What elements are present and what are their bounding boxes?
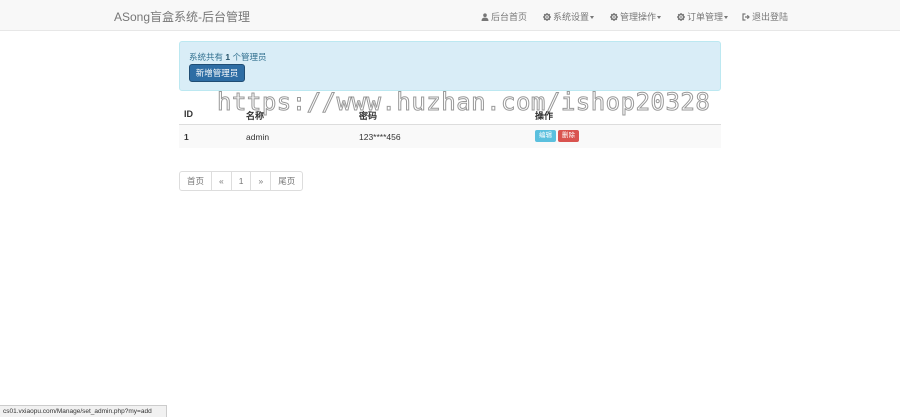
user-icon [481, 13, 489, 21]
page-current[interactable]: 1 [230, 171, 252, 191]
col-header-id: ID [184, 109, 193, 119]
nav-system-label: 系统设置 [553, 12, 590, 22]
brand-title[interactable]: ASong盲盒系统-后台管理 [114, 8, 250, 25]
edit-button[interactable]: 编辑 [535, 130, 556, 142]
nav-manage[interactable]: 管理操作 [610, 10, 662, 23]
admin-count-alert: 系统共有 1 个管理员 新增管理员 [179, 41, 721, 91]
gear-icon [610, 13, 618, 21]
caret-down-icon [724, 16, 729, 19]
page-next[interactable]: » [250, 171, 272, 191]
nav-logout-label: 退出登陆 [752, 12, 789, 22]
gear-icon [677, 13, 685, 21]
admin-count-number: 1 [225, 52, 231, 62]
nav-logout[interactable]: 退出登陆 [742, 10, 788, 23]
caret-down-icon [657, 16, 662, 19]
admin-count-text: 系统共有 1 个管理员 [189, 51, 267, 63]
caret-down-icon [590, 16, 595, 19]
delete-button[interactable]: 删除 [558, 130, 579, 142]
page-last[interactable]: 尾页 [270, 171, 304, 191]
gear-icon [543, 13, 551, 21]
admin-count-suffix: 个管理员 [232, 52, 267, 62]
nav-home[interactable]: 后台首页 [481, 10, 527, 23]
status-bar-url: cs01.vxiaopu.com/Manage/set_admin.php?my… [0, 405, 167, 417]
table-row: 1 admin 123****456 编辑 删除 [179, 125, 721, 148]
nav-home-label: 后台首页 [491, 12, 528, 22]
nav-manage-label: 管理操作 [620, 12, 657, 22]
page-first[interactable]: 首页 [179, 171, 213, 191]
page-prev[interactable]: « [211, 171, 232, 191]
admin-count-prefix: 系统共有 [189, 52, 224, 62]
nav-orders-label: 订单管理 [687, 12, 724, 22]
watermark-text: https://www.huzhan.com/ishop20328 [216, 88, 711, 117]
cell-id: 1 [184, 132, 189, 142]
cell-actions: 编辑 删除 [535, 130, 581, 142]
add-admin-button[interactable]: 新增管理员 [189, 64, 245, 82]
cell-name: admin [246, 132, 270, 142]
top-navbar: ASong盲盒系统-后台管理 后台首页 系统设置 管理操作 订单管理 退出登陆 [0, 0, 900, 31]
nav-system-settings[interactable]: 系统设置 [543, 10, 595, 23]
logout-icon [742, 13, 750, 21]
nav-orders[interactable]: 订单管理 [677, 10, 729, 23]
cell-password: 123****456 [359, 132, 401, 142]
pagination: 首页 « 1 » 尾页 [179, 171, 304, 191]
